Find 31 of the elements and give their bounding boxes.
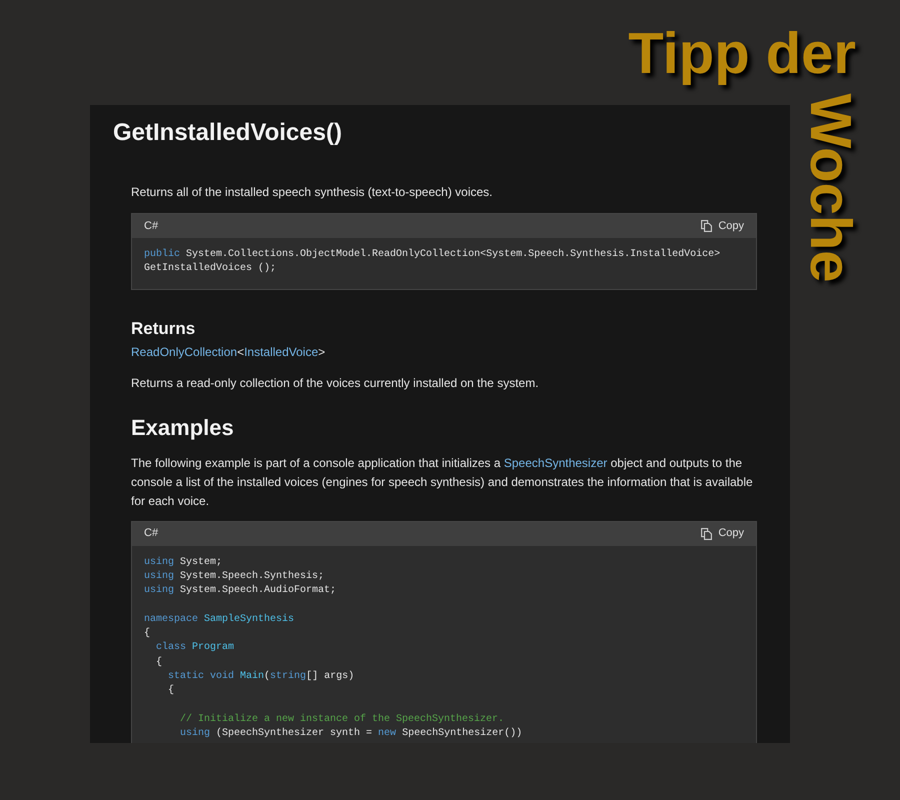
language-label: C# [144,218,158,234]
section-heading: Returns [131,318,196,340]
code-line: static void Main(string[] args) [167,670,354,684]
summary-text: Returns all of the installed speech synthesis (text-to-speech) voices. [131,184,493,201]
link[interactable]: InstalledVoice [244,344,318,359]
example-description: The following example is part of a console application that initializes a SpeechSynthesizer object and outputs to the console a list of the installed voices (engines for speech synthesis) and demonstrates the information that is available for each voice. [131,454,754,510]
language-label: C# [144,526,158,542]
copy-icon [701,220,712,232]
code-line: // Initialize a new instance of the SpeechSynthesizer. [179,712,504,727]
code-line: using System.Speech.AudioFormat; [144,584,336,598]
code-line: using (SpeechSynthesizer synth = new SpeechSynthesizer()) [179,727,522,742]
code-line: { [167,684,174,698]
link[interactable]: ReadOnlyCollection [131,344,238,359]
section-heading: Examples [131,414,234,442]
page-title: GetInstalledVoices() [113,118,342,148]
code-line: public System.Collections.ObjectModel.ReadOnlyCollection<System.Speech.Synthesis.InstalledVoice> [144,248,720,262]
code-line: { [144,627,150,642]
code-line: class Program [155,641,234,656]
copy-button[interactable]: Copy [701,525,744,542]
banner-title: Woche [800,93,860,283]
code-line: using System.Speech.Synthesis; [144,570,324,584]
code-line: using System; [144,556,222,570]
code-line: { [155,656,162,670]
code-line: namespace SampleSynthesis [144,612,294,627]
return-type: ReadOnlyCollection<InstalledVoice> [131,344,326,361]
copy-button[interactable]: Copy [701,218,744,234]
returns-description: Returns a read-only collection of the voices currently installed on the system. [131,374,539,392]
copy-icon [701,528,712,540]
code-line: GetInstalledVoices (); [144,262,276,276]
banner-title: Tipp der [628,22,856,86]
link[interactable]: SpeechSynthesizer [504,456,608,470]
